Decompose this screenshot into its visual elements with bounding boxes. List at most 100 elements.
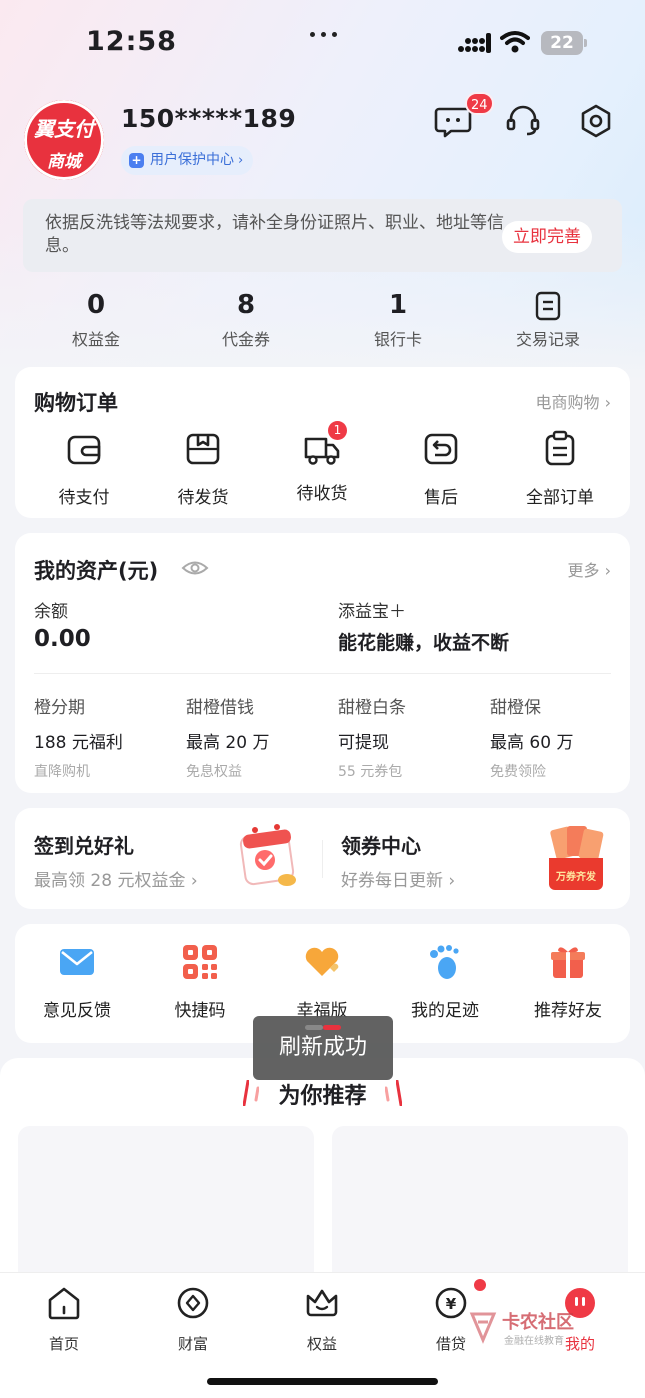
stat-bank-cards[interactable]: 1 银行卡 <box>343 288 453 350</box>
transaction-record-icon <box>535 291 561 320</box>
service-quick-code[interactable]: 快捷码 <box>140 942 260 1021</box>
heart-icon <box>305 947 339 976</box>
order-badge: 1 <box>328 421 347 440</box>
wallet-icon <box>67 435 101 465</box>
assets-title: 我的资产(元) <box>34 559 159 583</box>
eye-icon[interactable] <box>181 557 209 579</box>
tab-home[interactable]: 首页 <box>19 1285 109 1354</box>
checkin-sub: 最高领 28 元权益金 › <box>34 871 198 891</box>
order-label: 待收货 <box>296 484 348 504</box>
stat-vouchers[interactable]: 8 代金券 <box>191 288 301 350</box>
tab-label: 权益 <box>306 1335 337 1353</box>
stat-label: 代金券 <box>221 330 270 349</box>
balance-value[interactable]: 0.00 <box>34 626 91 652</box>
status-bar: 12:58 22 <box>0 0 645 90</box>
customer-service-icon[interactable] <box>504 102 542 140</box>
stat-label: 交易记录 <box>515 330 580 349</box>
product-insurance[interactable]: 甜橙保 最高 60 万 免费领险 <box>490 693 630 781</box>
stat-value: 1 <box>388 290 408 320</box>
clipboard-icon <box>545 430 575 466</box>
product-value: 最高 20 万 <box>186 733 270 753</box>
qr-code-icon <box>183 945 217 979</box>
checkin-promo[interactable]: 签到兑好礼 最高领 28 元权益金 › <box>15 808 322 909</box>
stat-equity[interactable]: 0 权益金 <box>41 288 151 350</box>
product-value: 最高 60 万 <box>490 733 574 753</box>
product-sub: 直降购机 <box>34 764 90 780</box>
order-label: 售后 <box>424 488 458 508</box>
gift-icon <box>551 947 585 978</box>
calendar-gift-icon <box>239 824 296 886</box>
assets-divider <box>34 673 611 674</box>
order-pending-receipt[interactable]: 1 待收货 <box>262 421 382 504</box>
tab-label: 首页 <box>48 1335 79 1353</box>
recommend-item[interactable] <box>332 1126 628 1286</box>
coupon-pack-icon: 万券齐发 <box>549 826 604 890</box>
balance-label: 余额 <box>34 602 68 622</box>
ecommerce-link[interactable]: 电商购物 › <box>536 389 612 413</box>
return-icon <box>424 433 458 465</box>
my-assets-card: 我的资产(元) 更多 › 余额 0.00 添益宝＋ 能花能赚，收益不断 橙分期 … <box>15 533 630 793</box>
order-pending-payment[interactable]: 待支付 <box>24 429 144 508</box>
recommend-title: 为你推荐 <box>278 1084 367 1109</box>
recommend-item[interactable] <box>18 1126 314 1286</box>
product-name: 甜橙保 <box>490 698 541 718</box>
promo-card: 签到兑好礼 最高领 28 元权益金 › 领券中心 好券每日更新 › 万券齐发 <box>15 808 630 909</box>
tab-wealth[interactable]: 财富 <box>148 1285 238 1354</box>
product-installment[interactable]: 橙分期 188 元福利 直降购机 <box>34 693 174 781</box>
tab-benefits[interactable]: 权益 <box>277 1285 367 1354</box>
stat-value: 8 <box>236 290 256 320</box>
checkin-title: 签到兑好礼 <box>34 834 134 858</box>
box-icon <box>186 433 220 465</box>
watermark-title: 卡农社区 <box>502 1312 574 1333</box>
crown-icon <box>306 1289 338 1317</box>
status-time: 12:58 <box>86 26 177 57</box>
battery-icon: 22 <box>541 31 587 55</box>
service-footprints[interactable]: 我的足迹 <box>385 942 505 1021</box>
shield-icon: + <box>129 153 144 168</box>
loan-notification-dot <box>474 1279 486 1291</box>
svg-text:¥: ¥ <box>446 1295 457 1313</box>
chevron-right-icon: › <box>238 153 244 168</box>
wealth-icon <box>177 1287 209 1319</box>
order-after-sales[interactable]: 售后 <box>381 429 501 508</box>
service-label: 推荐好友 <box>534 1001 602 1021</box>
order-all[interactable]: 全部订单 <box>500 429 620 508</box>
dynamic-island-dots <box>307 22 340 41</box>
service-label: 快捷码 <box>174 1001 226 1021</box>
watermark-subtitle: 金融在线教育 <box>504 1336 564 1347</box>
service-happy-version[interactable]: 幸福版 <box>262 942 382 1021</box>
order-label: 待发货 <box>177 488 229 508</box>
product-loan[interactable]: 甜橙借钱 最高 20 万 免息权益 <box>186 693 326 781</box>
user-protection-link[interactable]: + 用户保护中心 › <box>121 146 254 175</box>
product-sub: 免费领险 <box>490 764 546 780</box>
product-credit[interactable]: 甜橙白条 可提现 55 元券包 <box>338 693 478 781</box>
service-refer-friend[interactable]: 推荐好友 <box>508 942 628 1021</box>
refresh-indicator <box>305 1025 341 1030</box>
assets-more-link[interactable]: 更多 › <box>568 557 612 581</box>
coupon-center-promo[interactable]: 领券中心 好券每日更新 › 万券齐发 <box>323 808 630 909</box>
tab-label: 财富 <box>177 1335 208 1353</box>
complete-info-button[interactable]: 立即完善 <box>502 221 592 253</box>
stat-value: 0 <box>86 290 106 320</box>
service-feedback[interactable]: 意见反馈 <box>17 942 137 1021</box>
app-logo[interactable]: 翼支付 商城 <box>24 100 104 180</box>
coupon-sub: 好券每日更新 › <box>341 871 456 891</box>
settings-icon[interactable] <box>577 102 615 140</box>
user-phone[interactable]: 150*****189 <box>121 104 296 133</box>
tianyi-value[interactable]: 能花能赚，收益不断 <box>338 628 509 655</box>
message-badge: 24 <box>465 92 494 115</box>
user-protection-label: 用户保护中心 <box>150 152 234 168</box>
footprint-icon <box>430 945 459 979</box>
tianyi-label: 添益宝＋ <box>338 602 406 622</box>
wifi-icon <box>500 31 530 53</box>
home-icon <box>48 1287 80 1320</box>
stat-transactions[interactable]: 交易记录 <box>493 288 603 350</box>
watermark: 卡农社区 金融在线教育 <box>466 1308 586 1348</box>
home-indicator[interactable] <box>207 1378 438 1385</box>
svg-text:万券齐发: 万券齐发 <box>555 870 597 883</box>
product-name: 橙分期 <box>34 698 85 718</box>
stat-label: 银行卡 <box>373 330 422 349</box>
service-label: 我的足迹 <box>411 1001 479 1021</box>
coupon-title: 领券中心 <box>341 834 421 858</box>
order-pending-shipment[interactable]: 待发货 <box>143 429 263 508</box>
